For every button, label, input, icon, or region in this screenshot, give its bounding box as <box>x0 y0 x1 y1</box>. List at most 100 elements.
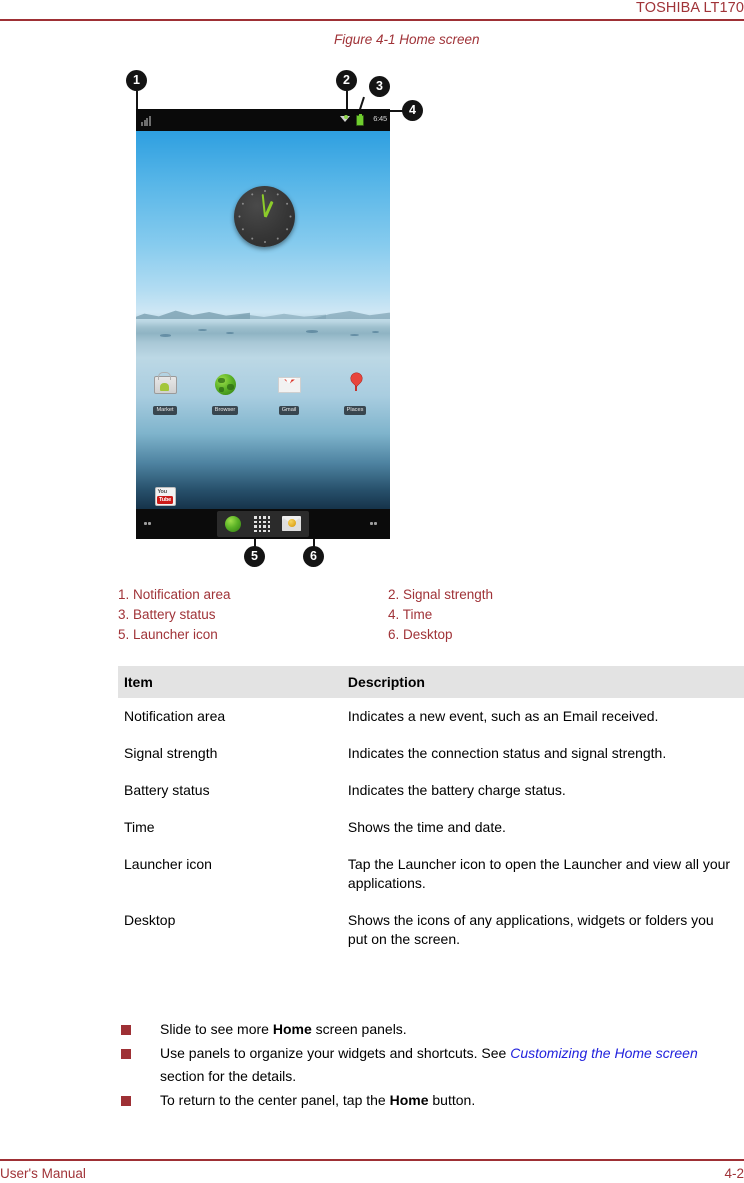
app-icon-browser[interactable]: Browser <box>202 371 248 416</box>
emphasis-text: Home <box>389 1091 429 1108</box>
wallpaper-mountain <box>312 311 390 319</box>
page-header: TOSHIBA LT170 <box>0 0 744 22</box>
clock-tick <box>263 190 266 192</box>
callout-5: 5 <box>244 546 265 567</box>
legend-row: 5. Launcher icon 6. Desktop <box>118 625 658 645</box>
footer-manual-label: User's Manual <box>0 1166 86 1181</box>
footer-divider <box>0 1159 744 1161</box>
bullet-square-icon <box>121 1095 131 1106</box>
note-text-run: screen panels. <box>311 1021 407 1037</box>
note-item: To return to the center panel, tap the H… <box>118 1089 744 1113</box>
back-nav-dots-icon[interactable] <box>144 522 156 526</box>
app-icon-places[interactable]: Places <box>332 370 378 416</box>
table-row: Notification area Indicates a new event,… <box>118 698 744 735</box>
table-row: Launcher icon Tap the Launcher icon to o… <box>118 846 744 902</box>
table-cell-description: Indicates the connection status and sign… <box>347 745 667 761</box>
legend-item: 1. Notification area <box>118 587 231 602</box>
figure-caption: Figure 4-1 Home screen <box>334 32 480 47</box>
analog-clock-widget[interactable] <box>234 186 295 247</box>
table-cell-item: Time <box>124 819 155 835</box>
clock-tick <box>238 215 240 218</box>
table-cell-item: Signal strength <box>124 745 218 761</box>
footer-page-number: 4-2 <box>724 1166 744 1181</box>
clock-tick <box>263 241 266 243</box>
note-text: Use panels to organize your widgets and … <box>160 1045 698 1085</box>
wallpaper-mountain <box>226 313 326 319</box>
places-pin-icon <box>342 370 369 398</box>
table-cell-description: Indicates the battery charge status. <box>347 782 566 798</box>
system-bar <box>136 509 390 539</box>
app-icon-market[interactable]: Market <box>142 371 188 416</box>
status-bar-time[interactable]: 6:45 <box>373 114 387 123</box>
wallpaper-ripple <box>350 334 359 336</box>
youtube-icon: You Tube <box>152 483 179 510</box>
dock-browser-icon[interactable] <box>225 516 241 532</box>
wallpaper-ripple <box>198 329 207 331</box>
legend-item: 3. Battery status <box>118 607 216 622</box>
wallpaper-ripple <box>160 334 171 337</box>
table-header-description: Description <box>341 666 744 698</box>
clock-tick <box>250 193 254 196</box>
legend-row: 3. Battery status 4. Time <box>118 605 658 625</box>
app-icon-label: Gmail <box>278 406 300 415</box>
notification-bars-icon[interactable] <box>141 115 151 126</box>
table-cell-item: Battery status <box>124 782 210 798</box>
callout-6: 6 <box>303 546 324 567</box>
dock <box>217 511 309 537</box>
table-row: Time Shows the time and date. <box>118 809 744 846</box>
app-icon-label: Browser <box>211 406 239 415</box>
page-title: TOSHIBA LT170 <box>636 0 744 16</box>
legend-item: 5. Launcher icon <box>118 627 218 642</box>
status-bar: 6:45 <box>136 109 390 131</box>
cross-reference-link[interactable]: Customizing the Home screen <box>510 1045 698 1061</box>
signal-strength-icon[interactable] <box>340 115 351 126</box>
table-cell-item: Notification area <box>124 708 226 724</box>
clock-tick <box>285 202 288 206</box>
app-icon-label: Market <box>153 406 177 415</box>
bullet-square-icon <box>121 1048 131 1059</box>
note-text-run: To return to the center panel, tap the <box>160 1091 390 1108</box>
note-text-run: button. <box>428 1091 476 1108</box>
recent-nav-dots-icon[interactable] <box>370 522 382 526</box>
emphasis-text: Home <box>272 1021 312 1037</box>
table-cell-description: Indicates a new event, such as an Email … <box>347 708 659 724</box>
table-cell-item: Desktop <box>124 912 176 928</box>
callout-3: 3 <box>369 76 390 97</box>
table-cell-description: Tap the Launcher icon to open the Launch… <box>347 856 731 891</box>
browser-globe-icon <box>212 371 239 398</box>
note-text-run: section for the details. <box>160 1068 297 1084</box>
clock-tick <box>289 215 291 218</box>
note-text: To return to the center panel, tap the H… <box>160 1092 475 1108</box>
clock-tick <box>241 202 244 206</box>
table-row: Desktop Shows the icons of any applicati… <box>118 902 744 958</box>
legend-item: 4. Time <box>388 607 433 622</box>
battery-icon[interactable] <box>356 114 364 126</box>
launcher-grid-icon[interactable] <box>254 516 271 533</box>
note-text-run: Slide to see more <box>160 1021 273 1037</box>
note-text-run: Use panels to organize your widgets and … <box>160 1044 511 1061</box>
table-row: Battery status Indicates the battery cha… <box>118 772 744 809</box>
device-screenshot: Market Browser M <box>136 109 390 539</box>
wallpaper-ripple <box>306 330 318 333</box>
callout-1: 1 <box>126 70 147 91</box>
app-icon-gmail[interactable]: M Gmail <box>266 371 312 416</box>
callout-4: 4 <box>402 100 423 121</box>
dock-email-icon[interactable] <box>282 516 301 531</box>
table-cell-description: Shows the time and date. <box>347 819 506 835</box>
table-header-row: Item Description <box>118 666 744 698</box>
clock-tick <box>285 227 288 231</box>
wallpaper-ripple <box>372 331 379 333</box>
table-row: Signal strength Indicates the connection… <box>118 735 744 772</box>
app-icon-label: Places <box>343 406 367 415</box>
legend-item: 6. Desktop <box>388 627 453 642</box>
table-cell-description: Shows the icons of any applications, wid… <box>347 912 714 947</box>
table-cell-item: Launcher icon <box>124 856 212 872</box>
desktop[interactable]: Market Browser M <box>136 131 390 527</box>
header-divider <box>0 19 744 21</box>
table-header-item: Item <box>118 666 342 698</box>
note-text: Slide to see more Home screen panels. <box>160 1021 407 1037</box>
figure-legend: 1. Notification area 2. Signal strength … <box>118 585 658 645</box>
gmail-icon: M <box>276 371 303 398</box>
clock-tick <box>241 227 244 231</box>
clock-tick <box>275 237 279 240</box>
